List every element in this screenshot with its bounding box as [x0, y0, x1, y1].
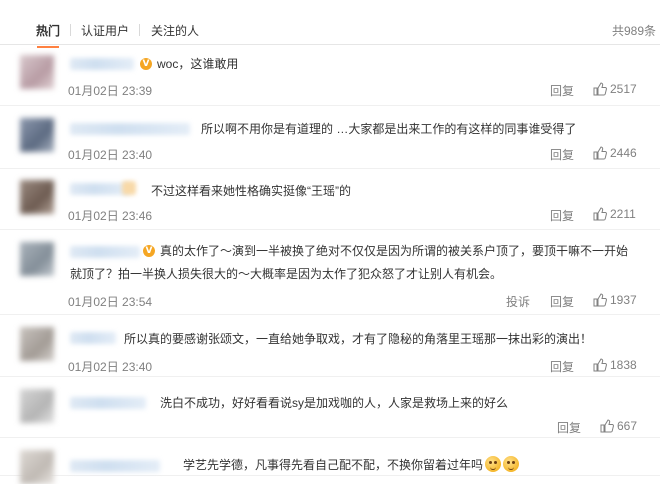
thumbs-up-icon	[593, 207, 607, 221]
comment-time: 01月02日 23:54	[68, 295, 153, 309]
comment-time: 01月02日 23:40	[68, 148, 153, 162]
user-name[interactable]	[70, 397, 146, 409]
tab-following[interactable]: 关注的人	[151, 22, 199, 39]
comment-item: 所以真的要感谢张颂文，一直给她争取戏，才有了隐秘的角落里王瑶那一抹出彩的演出！ …	[0, 315, 660, 377]
reply-button[interactable]: 回复	[550, 358, 574, 375]
reply-button[interactable]: 回复	[550, 82, 574, 99]
avatar[interactable]	[20, 327, 54, 361]
like-count: 2211	[610, 207, 636, 221]
comment-text: woc，这谁敢用	[157, 57, 239, 71]
verified-badge-icon: V	[140, 58, 152, 70]
report-button[interactable]: 投诉	[506, 293, 530, 310]
user-name[interactable]	[70, 460, 160, 472]
thumbs-up-icon	[593, 358, 607, 372]
like-button[interactable]: 2517	[593, 82, 637, 96]
thumbs-up-icon	[593, 146, 607, 160]
reply-button[interactable]: 回复	[557, 419, 581, 436]
thinking-emoji-icon	[503, 456, 520, 472]
comment-item: 所以啊不用你是有道理的 …大家都是出来工作的有这样的同事谁受得了 01月02日 …	[0, 106, 660, 169]
user-name[interactable]	[70, 123, 190, 135]
avatar[interactable]	[20, 55, 54, 89]
avatar[interactable]	[20, 180, 54, 214]
like-button[interactable]: 2446	[593, 146, 637, 160]
comment-item: V woc，这谁敢用 01月02日 23:39 回复 2517	[0, 45, 660, 106]
comment-text: 不过这样看来她性格确实挺像“王瑶”的	[151, 184, 351, 198]
like-button[interactable]: 1838	[593, 358, 637, 372]
user-name[interactable]	[70, 183, 130, 195]
thumbs-up-icon	[593, 293, 607, 307]
tab-verified-users[interactable]: 认证用户	[81, 22, 129, 39]
tab-hot[interactable]: 热门	[36, 22, 60, 48]
thumbs-up-icon	[593, 82, 607, 96]
verified-badge-icon: V	[143, 245, 155, 257]
comment-text: 学艺先学德，凡事得先看自己配不配，不换你留着过年吗	[183, 455, 520, 475]
like-count: 1838	[610, 358, 637, 372]
comment-time: 01月02日 23:46	[68, 209, 153, 223]
comment-item: 不过这样看来她性格确实挺像“王瑶”的 01月02日 23:46 回复 2211	[0, 169, 660, 230]
like-count: 2446	[610, 146, 637, 160]
comment-item: 洗白不成功，好好看看说sy是加戏咖的人，人家是救场上来的好么 回复 667	[0, 377, 660, 438]
reply-button[interactable]: 回复	[550, 293, 574, 310]
avatar[interactable]	[20, 450, 54, 484]
reply-button[interactable]: 回复	[550, 207, 574, 224]
user-name[interactable]	[70, 246, 140, 258]
avatar[interactable]	[20, 118, 54, 152]
thumbs-up-icon	[600, 419, 614, 433]
user-name[interactable]	[70, 58, 134, 70]
user-tag-icon	[122, 181, 136, 195]
comment-item: V 真的太作了～演到一半被换了绝对不仅仅是因为所谓的被关系户顶了，要顶干嘛不一开…	[0, 230, 660, 315]
comment-time: 01月02日 23:40	[68, 360, 153, 374]
comment-text: 所以啊不用你是有道理的 …大家都是出来工作的有这样的同事谁受得了	[201, 122, 577, 136]
comment-text-line-2: 就顶了？拍一半换人损失很大的～大概率是因为太作了犯众怒了才让别人有机会。	[70, 267, 503, 281]
like-button[interactable]: 2211	[593, 207, 636, 221]
tab-divider	[70, 24, 71, 36]
comment-time: 01月02日 23:39	[68, 84, 153, 98]
comment-text: 所以真的要感谢张颂文，一直给她争取戏，才有了隐秘的角落里王瑶那一抹出彩的演出！	[124, 332, 593, 346]
thinking-emoji-icon	[485, 456, 502, 472]
comment-text-line-1: 真的太作了～演到一半被换了绝对不仅仅是因为所谓的被关系户顶了，要顶干嘛不一开始	[160, 244, 629, 258]
comment-count: 共989条	[611, 24, 656, 38]
like-button[interactable]: 667	[600, 419, 637, 433]
user-name[interactable]	[70, 332, 116, 344]
like-button[interactable]: 1937	[593, 293, 637, 307]
comment-tabs: 热门 认证用户 关注的人 共989条	[0, 0, 660, 48]
like-count: 1937	[610, 293, 637, 307]
like-count: 667	[617, 419, 638, 433]
like-count: 2517	[610, 82, 637, 96]
avatar[interactable]	[20, 242, 54, 276]
comment-item: 学艺先学德，凡事得先看自己配不配，不换你留着过年吗	[0, 438, 660, 484]
avatar[interactable]	[20, 389, 54, 423]
comment-text: 洗白不成功，好好看看说sy是加戏咖的人，人家是救场上来的好么	[160, 396, 509, 410]
tab-divider	[139, 24, 140, 36]
reply-button[interactable]: 回复	[550, 146, 574, 163]
